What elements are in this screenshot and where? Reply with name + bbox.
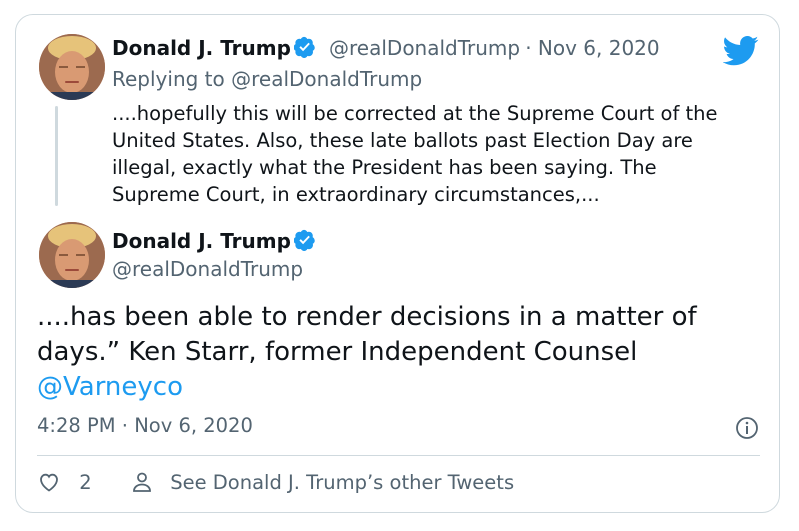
tweet-date[interactable]: Nov 6, 2020 [538,36,660,60]
avatar[interactable] [39,222,105,288]
tweet-time[interactable]: 4:28 PM [37,414,116,437]
twitter-bird-icon[interactable] [723,36,759,66]
separator-dot: · [115,414,135,437]
tweet-text: ....has been able to render decisions in… [37,300,737,405]
like-count: 2 [79,471,92,494]
author-name[interactable]: Donald J. Trump [112,229,291,253]
tweet-date[interactable]: Nov 6, 2020 [134,414,253,437]
quoted-tweet-text: ....hopefully this will be corrected at … [112,102,718,206]
author-handle[interactable]: @realDonaldTrump [329,36,520,60]
person-icon [133,472,151,492]
replying-to-handle[interactable]: @realDonaldTrump [231,67,422,91]
verified-badge-icon [293,36,315,58]
avatar[interactable] [39,34,105,100]
replying-to-label: Replying to [112,67,232,91]
author-name[interactable]: Donald J. Trump [112,36,291,60]
divider [37,455,760,456]
tweet-timestamp[interactable]: 4:28 PM · Nov 6, 2020 [37,414,253,437]
info-icon[interactable] [735,416,759,440]
other-tweets-label[interactable]: See Donald J. Trump’s other Tweets [170,471,514,494]
mention-link[interactable]: @Varneyco [37,372,183,402]
verified-badge-icon [293,229,315,251]
author-handle[interactable]: @realDonaldTrump [112,257,303,281]
tweet-body: ....has been able to render decisions in… [37,302,697,367]
heart-icon [40,473,58,492]
other-tweets-link[interactable]: See Donald J. Trump’s other Tweets [130,470,514,494]
thread-connector-line [55,106,58,206]
like-button[interactable]: 2 [37,470,92,494]
separator-dot: · [525,36,538,60]
